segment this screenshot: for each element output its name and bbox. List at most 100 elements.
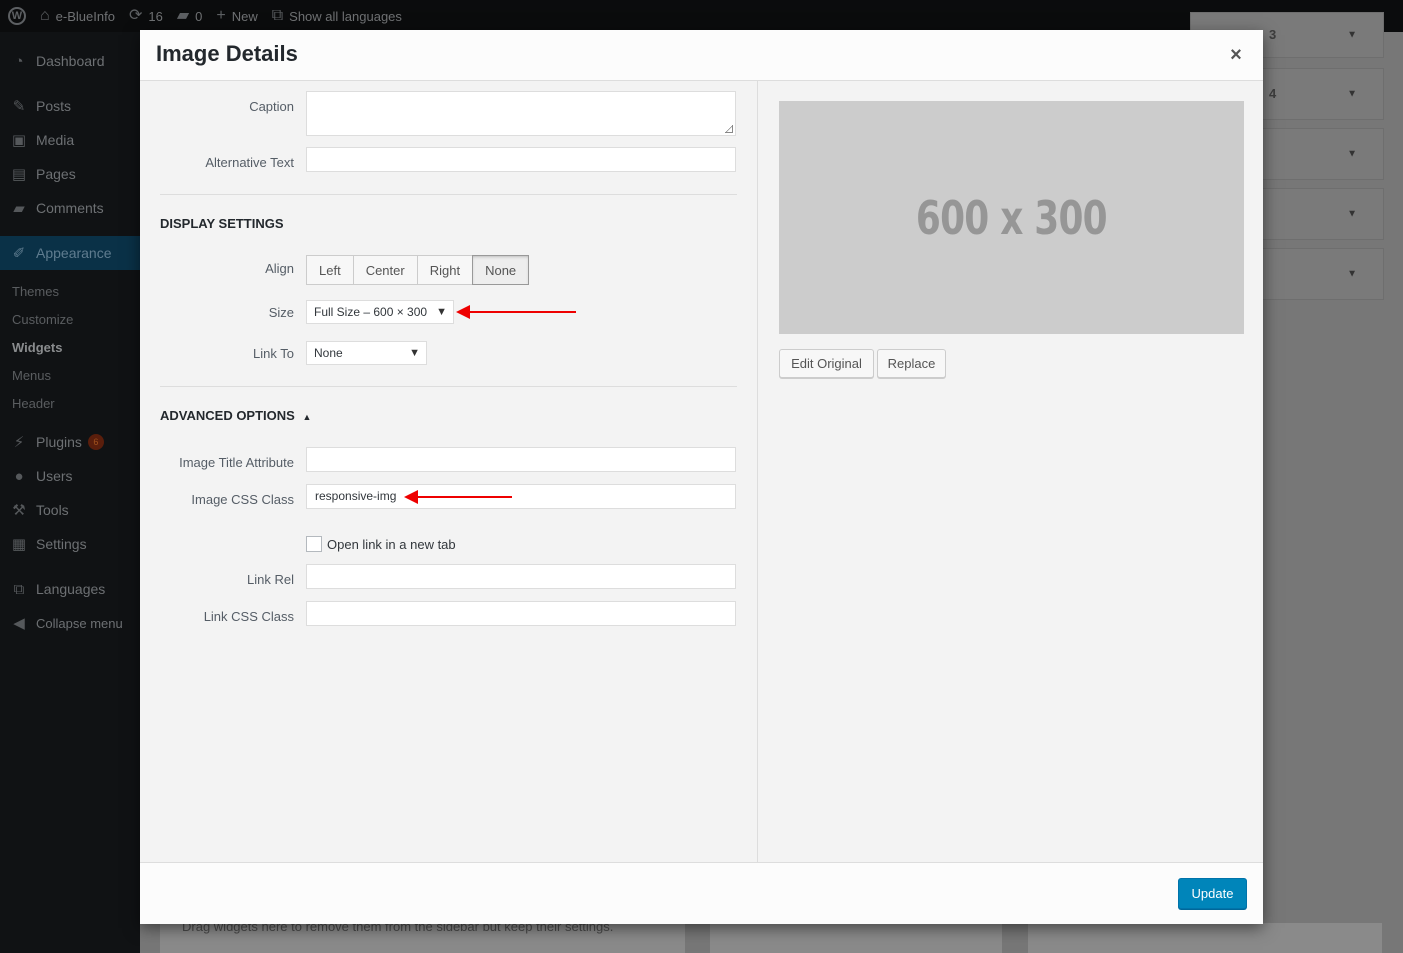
sidebar-item-label: Plugins (36, 434, 82, 450)
sidebar-item-dashboard[interactable]: ◔ Dashboard (0, 44, 140, 78)
close-icon[interactable]: × (1225, 44, 1247, 66)
sidebar-item-settings[interactable]: ▦ Settings (0, 527, 140, 561)
caption-label: Caption (249, 99, 294, 114)
annotation-arrow (456, 305, 576, 319)
image-title-attribute-input[interactable] (306, 447, 736, 472)
widget-area-title: 3 (1269, 27, 1277, 42)
new-tab-checkbox[interactable] (306, 536, 322, 552)
image-preview: 600 x 300 (779, 101, 1244, 334)
sidebar-item-label: Users (36, 468, 73, 484)
translate-icon: ⧉ (271, 7, 284, 24)
plus-icon: + (216, 7, 226, 24)
collapse-arrow-icon: ◀ (13, 615, 25, 632)
new-label: New (231, 8, 258, 24)
updates-icon: ⟳ (128, 7, 143, 24)
updates-link[interactable]: ⟳ 16 (129, 8, 163, 24)
link-css-class-input[interactable] (306, 601, 736, 626)
expand-arrow-icon: ▼ (1347, 268, 1357, 280)
arrow-shaft (416, 496, 512, 498)
submenu-themes[interactable]: Themes (12, 284, 59, 299)
widget-area-title: 4 (1269, 86, 1277, 101)
sidebar-item-label: Dashboard (36, 53, 105, 69)
wordpress-logo-icon: W (8, 7, 26, 25)
modal-footer: Update (140, 862, 1263, 924)
sidebar-item-comments[interactable]: ▰ Comments (0, 191, 140, 225)
advanced-options-toggle[interactable]: ADVANCED OPTIONS ▲ (160, 408, 311, 423)
new-content-link[interactable]: + New (216, 8, 257, 24)
link-rel-input[interactable] (306, 564, 736, 589)
align-button-group: Left Center Right None (306, 255, 530, 285)
inactive-widgets-drop-area: Drag widgets here to remove them from th… (160, 919, 685, 953)
align-center-button[interactable]: Center (352, 255, 418, 285)
sidebar-item-appearance[interactable]: ✐ Appearance (0, 236, 140, 270)
align-right-button[interactable]: Right (416, 255, 474, 285)
modal-header: Image Details × (140, 30, 1263, 81)
image-css-class-input[interactable]: responsive-img (306, 484, 736, 509)
wp-logo-menu[interactable]: W (8, 7, 26, 25)
image-css-class-label: Image CSS Class (191, 492, 294, 507)
image-title-attribute-label: Image Title Attribute (179, 455, 294, 470)
submenu-widgets[interactable]: Widgets (12, 340, 62, 355)
annotation-arrow (404, 490, 514, 504)
expand-arrow-icon: ▼ (1347, 148, 1357, 160)
comments-link[interactable]: ▰ 0 (177, 8, 203, 24)
sidebar-item-users[interactable]: ● Users (0, 459, 140, 493)
section-divider (160, 194, 737, 195)
submenu-header[interactable]: Header (12, 396, 55, 411)
alt-text-label: Alternative Text (205, 155, 294, 170)
expand-arrow-icon: ▼ (1347, 88, 1357, 100)
sidebar-item-label: Posts (36, 98, 72, 114)
section-divider (160, 386, 737, 387)
sidebar-item-pages[interactable]: ▤ Pages (0, 157, 140, 191)
comment-bubble-icon: ▰ (176, 7, 190, 24)
caption-textarea[interactable] (306, 91, 736, 136)
collapse-menu-button[interactable]: ◀ Collapse menu (0, 606, 140, 640)
home-icon: ⌂ (40, 7, 50, 24)
sidebar-item-label: Media (36, 132, 75, 148)
media-icon: ▣ (11, 132, 27, 149)
collapse-arrow-icon: ▲ (302, 412, 312, 422)
sidebar-item-label: Appearance (36, 245, 112, 261)
sidebar-item-label: Settings (36, 536, 87, 552)
link-to-select[interactable]: None ▼ (306, 341, 427, 365)
align-none-button[interactable]: None (472, 255, 530, 285)
align-label: Align (265, 261, 294, 276)
sidebar-item-plugins[interactable]: ⚡ Plugins 6 (0, 425, 140, 459)
sidebar-item-label: Languages (36, 581, 106, 597)
sidebar-item-posts[interactable]: ✎ Posts (0, 89, 140, 123)
resize-handle-icon[interactable] (725, 125, 733, 133)
sidebar-item-label: Pages (36, 166, 76, 182)
edit-original-button[interactable]: Edit Original (779, 349, 874, 378)
settings-icon: ▦ (11, 536, 27, 553)
languages-label: Show all languages (289, 8, 402, 24)
submenu-customize[interactable]: Customize (12, 312, 73, 327)
size-label: Size (268, 305, 294, 320)
sidebar-item-label: Comments (36, 200, 104, 216)
collapse-label: Collapse menu (36, 615, 123, 631)
sidebar-item-media[interactable]: ▣ Media (0, 123, 140, 157)
pages-icon: ▤ (11, 166, 27, 183)
submenu-menus[interactable]: Menus (12, 368, 51, 383)
size-select[interactable]: Full Size – 600 × 300 ▼ (306, 300, 454, 324)
comments-icon: ▰ (13, 200, 25, 217)
plug-icon: ⚡ (13, 434, 25, 451)
sidebar-item-tools[interactable]: ⚒ Tools (0, 493, 140, 527)
update-button[interactable]: Update (1178, 878, 1247, 909)
plugins-update-badge: 6 (87, 434, 104, 450)
languages-link[interactable]: ⧉ Show all languages (272, 8, 402, 24)
settings-pane: Caption Alternative Text DISPLAY SETTING… (140, 81, 757, 862)
link-to-select-value: None (314, 346, 343, 360)
sidebar-item-languages[interactable]: ⧉ Languages (0, 572, 140, 606)
sidebar-item-label: Tools (36, 502, 69, 518)
alt-text-input[interactable] (306, 147, 736, 172)
new-tab-label[interactable]: Open link in a new tab (327, 537, 456, 552)
site-name-link[interactable]: ⌂ e-BlueInfo (40, 8, 115, 24)
replace-button[interactable]: Replace (877, 349, 946, 378)
advanced-options-heading: ADVANCED OPTIONS (160, 408, 295, 423)
wrench-icon: ⚒ (12, 502, 26, 519)
size-select-value: Full Size – 600 × 300 (314, 305, 428, 319)
align-left-button[interactable]: Left (306, 255, 354, 285)
chevron-down-icon: ▼ (409, 347, 420, 359)
image-placeholder-text: 600 x 300 (916, 190, 1108, 245)
pin-icon: ✎ (12, 98, 26, 115)
